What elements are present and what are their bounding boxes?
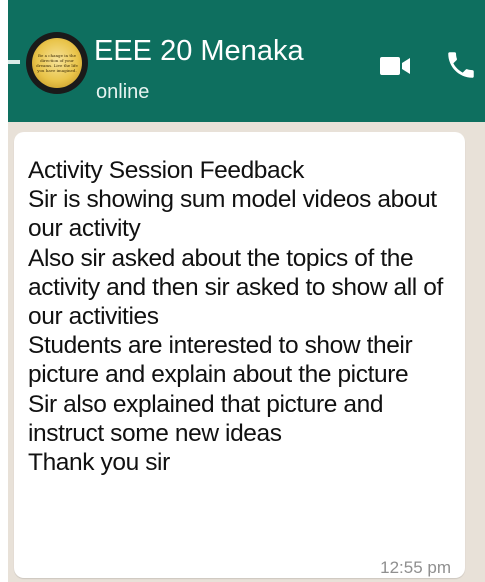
avatar-caption: Be a change in the direction of your dre… bbox=[36, 53, 78, 73]
back-arrow-icon[interactable] bbox=[8, 60, 20, 64]
video-call-button[interactable] bbox=[378, 52, 414, 80]
message-bubble[interactable]: Activity Session Feedback Sir is showing… bbox=[14, 132, 465, 578]
contact-status: online bbox=[96, 81, 150, 103]
message-timestamp: 12:55 pm bbox=[380, 558, 451, 577]
avatar-image: Be a change in the direction of your dre… bbox=[32, 38, 82, 88]
chat-area: Activity Session Feedback Sir is showing… bbox=[8, 122, 485, 582]
contact-name[interactable]: EEE 20 Menaka bbox=[94, 34, 304, 68]
voice-call-button[interactable] bbox=[444, 46, 478, 84]
message-text: Activity Session Feedback Sir is showing… bbox=[28, 157, 443, 477]
video-call-icon bbox=[380, 57, 410, 75]
chat-header: Be a change in the direction of your dre… bbox=[8, 0, 485, 122]
phone-call-icon bbox=[448, 52, 474, 78]
avatar[interactable]: Be a change in the direction of your dre… bbox=[26, 32, 88, 94]
